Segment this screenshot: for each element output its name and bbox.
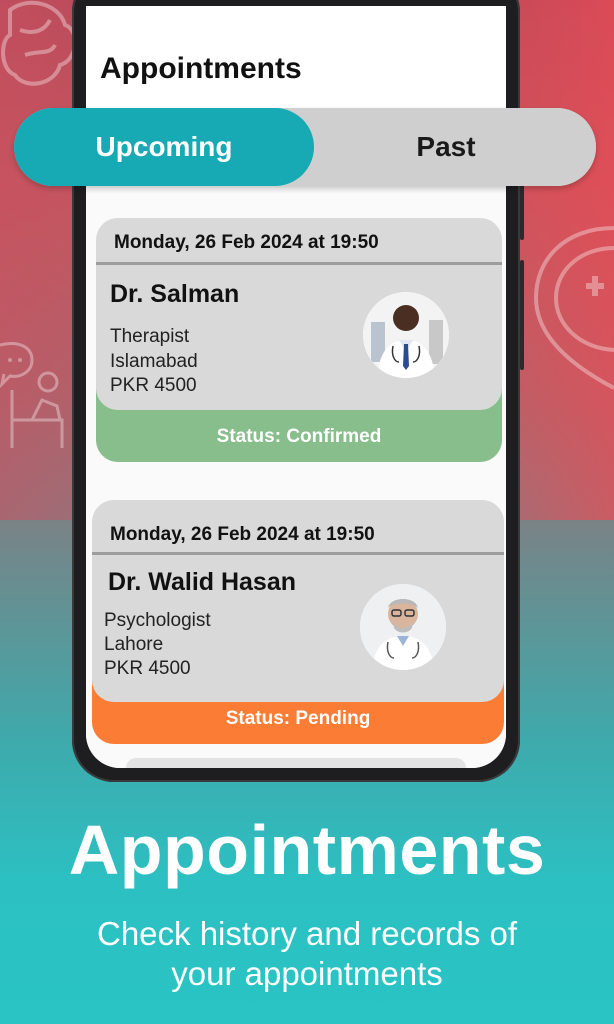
doctor-photo <box>360 584 446 670</box>
medical-pin-icon <box>533 226 614 390</box>
brain-icon <box>1 0 78 86</box>
doctor-specialty: Therapist <box>110 326 190 347</box>
doctor-specialty: Psychologist <box>104 610 211 631</box>
promo-subtitle-line: your appointments <box>171 955 443 992</box>
promo-subtitle-line: Check history and records of <box>96 915 518 952</box>
appointment-datetime: Monday, 26 Feb 2024 at 19:50 <box>110 524 375 545</box>
consultation-fee: PKR 4500 <box>110 375 197 396</box>
appointment-card-body: Monday, 26 Feb 2024 at 19:50 Dr. Salman … <box>96 218 502 410</box>
appointment-card[interactable]: Status: Confirmed Monday, 26 Feb 2024 at… <box>96 218 502 462</box>
doctor-city: Lahore <box>104 634 164 655</box>
doctor-avatar <box>360 584 446 670</box>
tab-past[interactable]: Past <box>296 108 596 186</box>
appointment-card-body: Monday, 26 Feb 2024 at 19:50 Dr. Walid H… <box>92 500 504 702</box>
doctor-photo <box>363 292 449 378</box>
page-title: Appointments <box>100 52 302 85</box>
therapy-chair-icon <box>10 371 64 448</box>
next-card-peek <box>126 758 466 768</box>
appointment-card[interactable]: Status: Pending Monday, 26 Feb 2024 at 1… <box>92 500 504 744</box>
divider <box>92 552 504 555</box>
tab-upcoming[interactable]: Upcoming <box>14 108 314 186</box>
divider <box>96 262 502 265</box>
doctor-name: Dr. Walid Hasan <box>108 568 297 596</box>
doctor-avatar <box>363 292 449 378</box>
promo-subtitle: Check history and records of your appoin… <box>0 914 614 994</box>
phone-volume-button <box>520 260 524 370</box>
appointment-datetime: Monday, 26 Feb 2024 at 19:50 <box>114 232 379 253</box>
consultation-fee: PKR 4500 <box>104 658 191 679</box>
promo-title: Appointments <box>68 811 546 889</box>
segmented-tabs: Past Upcoming <box>14 108 596 186</box>
doctor-name: Dr. Salman <box>110 280 240 308</box>
doctor-city: Islamabad <box>110 351 198 372</box>
